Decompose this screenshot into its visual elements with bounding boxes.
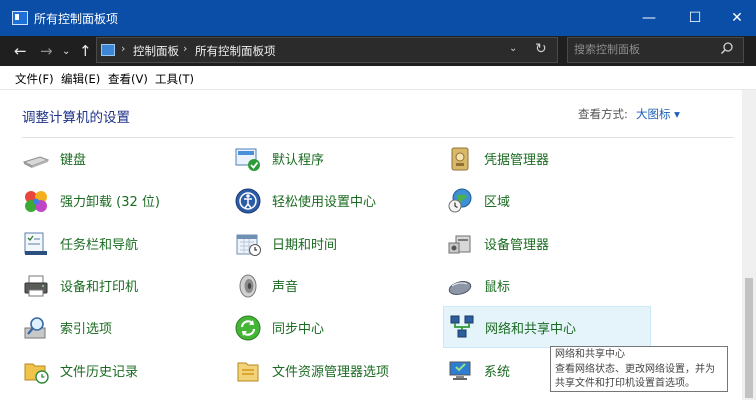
- window-title: 所有控制面板项: [34, 12, 119, 26]
- chevron-down-icon[interactable]: ⌄: [62, 43, 70, 61]
- tooltip: 网络和共享中心 查看网络状态、更改网络设置，并为 共享文件和打印机设置首选项。: [550, 346, 728, 392]
- menu-view[interactable]: 查看(V): [108, 71, 148, 87]
- cp-item-label: 声音: [272, 280, 299, 295]
- cp-item-label: 强力卸载 (32 位): [60, 195, 160, 210]
- cp-item-device-manager[interactable]: 设备管理器: [446, 226, 654, 260]
- arrow-left-icon[interactable]: ←: [14, 42, 27, 60]
- view-by-label: 查看方式:: [578, 107, 628, 121]
- cp-item-label: 区域: [484, 195, 511, 210]
- cp-item-keyboard[interactable]: 键盘: [22, 141, 230, 175]
- cp-item-label: 文件历史记录: [60, 365, 139, 380]
- cp-item-label: 任务栏和导航: [60, 238, 139, 253]
- menu-edit[interactable]: 编辑(E): [61, 71, 100, 87]
- address-bar[interactable]: › 控制面板 › 所有控制面板项 ⌄ ↻: [96, 37, 558, 63]
- menu-bar: 文件(F) 编辑(E) 查看(V) 工具(T): [0, 67, 756, 90]
- cp-item-uninstaller[interactable]: 强力卸载 (32 位): [22, 183, 230, 217]
- date-time-icon: [236, 234, 261, 256]
- cp-item-label: 系统: [484, 365, 511, 380]
- cp-item-file-history[interactable]: 文件历史记录: [22, 353, 230, 387]
- cp-item-ease-of-access[interactable]: 轻松使用设置中心: [234, 183, 442, 217]
- uninstaller-icon: [25, 191, 47, 212]
- mouse-icon: [448, 281, 472, 295]
- search-input[interactable]: [574, 41, 714, 58]
- cp-item-devices-printers[interactable]: 设备和打印机: [22, 268, 230, 302]
- search-box[interactable]: [567, 37, 744, 63]
- cp-item-sound[interactable]: 声音: [234, 268, 442, 302]
- cp-item-region[interactable]: 区域: [446, 183, 654, 217]
- page-heading: 调整计算机的设置: [22, 110, 130, 126]
- breadcrumb-separator[interactable]: ›: [121, 42, 125, 55]
- region-icon: [448, 188, 472, 213]
- ease-of-access-icon: [235, 188, 261, 214]
- tooltip-line: 共享文件和打印机设置首选项。: [555, 378, 695, 389]
- system-icon: [449, 361, 471, 380]
- taskbar-icon: [24, 232, 47, 255]
- cp-item-indexing[interactable]: 索引选项: [22, 310, 230, 344]
- arrow-right-icon[interactable]: →: [40, 42, 53, 60]
- speaker-icon: [239, 274, 257, 298]
- close-button[interactable]: ✕: [718, 0, 756, 36]
- cp-item-default-programs[interactable]: 默认程序: [234, 141, 442, 175]
- tooltip-title: 网络和共享中心: [555, 349, 625, 360]
- cp-item-network-sharing[interactable]: 网络和共享中心: [443, 306, 651, 348]
- cp-item-folder-options[interactable]: 文件资源管理器选项: [234, 353, 442, 387]
- cp-item-label: 文件资源管理器选项: [272, 365, 390, 380]
- cp-item-label: 凭据管理器: [484, 153, 550, 168]
- file-history-icon: [24, 363, 49, 384]
- cp-item-label: 日期和时间: [272, 238, 338, 253]
- control-panel-icon: [101, 44, 115, 56]
- address-dropdown-icon[interactable]: ⌄: [509, 43, 517, 54]
- folder-options-icon: [237, 362, 259, 382]
- cp-item-credential-manager[interactable]: 凭据管理器: [446, 141, 654, 175]
- control-panel-icon: [12, 11, 28, 25]
- default-programs-icon: [235, 148, 260, 171]
- indexing-icon: [24, 317, 46, 339]
- search-icon[interactable]: [720, 41, 734, 55]
- cp-item-label: 设备管理器: [484, 238, 550, 253]
- scrollbar-thumb[interactable]: [745, 278, 753, 398]
- refresh-icon[interactable]: ↻: [535, 41, 547, 57]
- cp-item-label: 网络和共享中心: [485, 322, 577, 337]
- maximize-button[interactable]: ☐: [672, 0, 718, 36]
- minimize-button[interactable]: —: [626, 0, 672, 36]
- divider: [22, 137, 734, 138]
- breadcrumb-separator[interactable]: ›: [183, 42, 187, 55]
- cp-item-label: 设备和打印机: [60, 280, 139, 295]
- breadcrumb-control-panel[interactable]: 控制面板: [133, 43, 179, 59]
- vertical-scrollbar[interactable]: [742, 90, 756, 400]
- cp-item-label: 鼠标: [484, 280, 511, 295]
- breadcrumb-all-items[interactable]: 所有控制面板项: [195, 43, 276, 59]
- credential-manager-icon: [451, 147, 469, 171]
- printer-icon: [24, 275, 48, 297]
- cp-item-label: 索引选项: [60, 322, 113, 337]
- cp-item-label: 默认程序: [272, 153, 325, 168]
- cp-item-label: 轻松使用设置中心: [272, 195, 377, 210]
- menu-file[interactable]: 文件(F): [15, 71, 54, 87]
- main-content: 调整计算机的设置 查看方式: 大图标 ▾ 键盘 默认程序 凭据管理器 强力卸载 …: [0, 90, 756, 400]
- sync-icon: [235, 315, 261, 341]
- network-icon: [450, 315, 474, 338]
- device-manager-icon: [448, 235, 471, 254]
- title-bar: 所有控制面板项 — ☐ ✕: [0, 0, 756, 36]
- cp-item-label: 同步中心: [272, 322, 325, 337]
- view-by-dropdown[interactable]: 大图标 ▾: [636, 106, 680, 122]
- cp-item-date-time[interactable]: 日期和时间: [234, 226, 442, 260]
- keyboard-icon: [22, 156, 50, 168]
- cp-item-label: 键盘: [60, 153, 87, 168]
- menu-tools[interactable]: 工具(T): [155, 71, 194, 87]
- cp-item-taskbar[interactable]: 任务栏和导航: [22, 226, 230, 260]
- arrow-up-icon[interactable]: ↑: [79, 42, 92, 60]
- cp-item-sync-center[interactable]: 同步中心: [234, 310, 442, 344]
- tooltip-line: 查看网络状态、更改网络设置，并为: [555, 363, 715, 375]
- cp-item-mouse[interactable]: 鼠标: [446, 268, 654, 302]
